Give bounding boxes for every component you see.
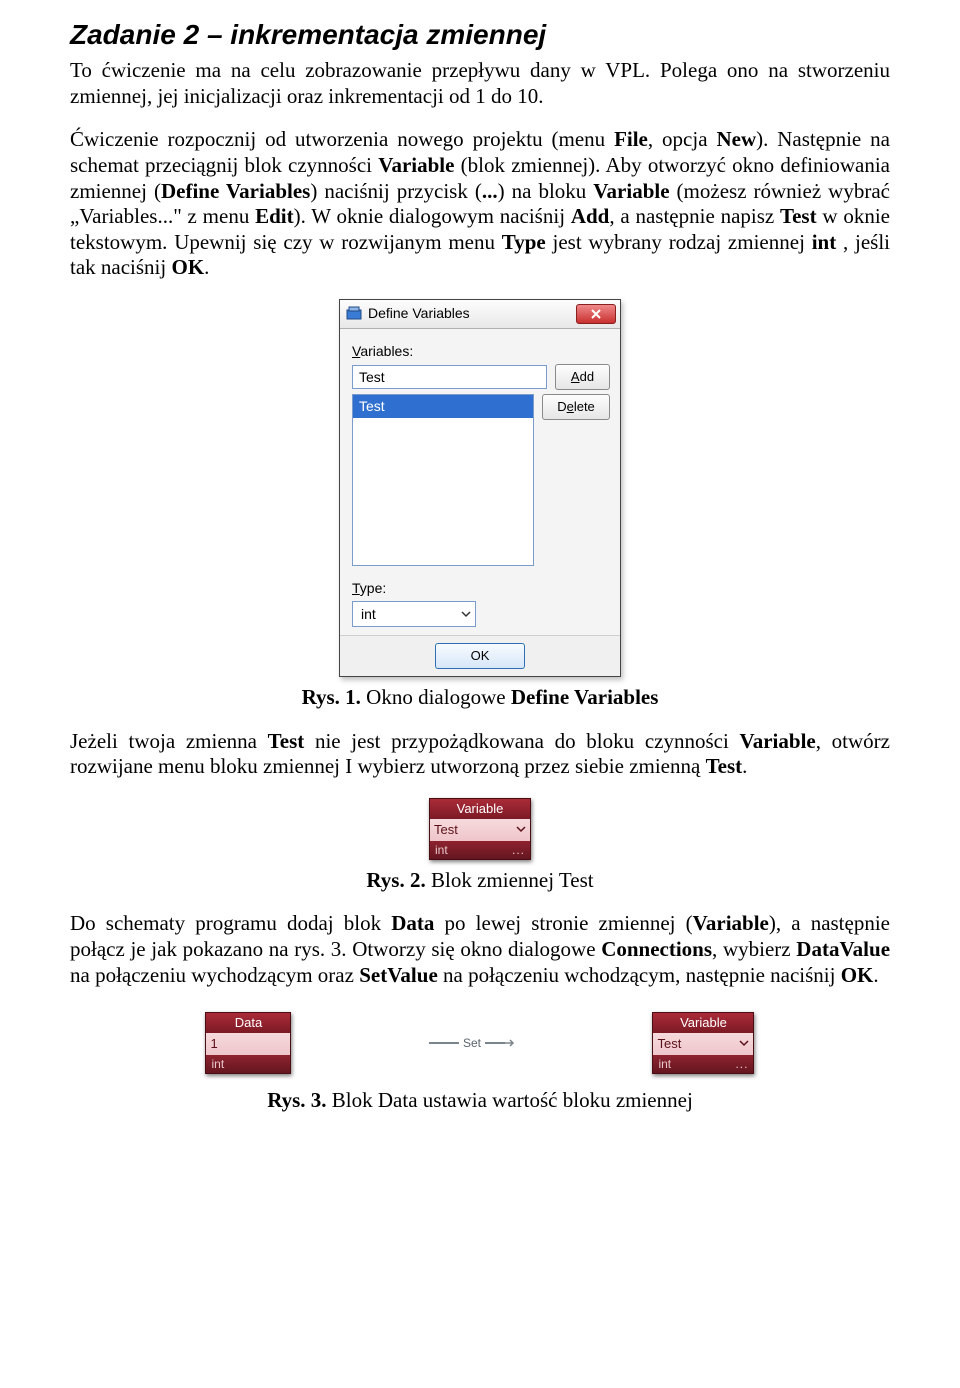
app-icon	[346, 306, 362, 322]
add-button[interactable]: Add	[555, 364, 610, 390]
text: na połączeniu wchodzącym, następnie naci…	[438, 963, 841, 987]
chevron-down-icon	[739, 1036, 749, 1052]
ok-button[interactable]: OK	[435, 643, 525, 669]
caption-text: Okno dialogowe	[361, 685, 511, 709]
data-block[interactable]: Data 1 int	[205, 1012, 291, 1074]
block-value: Test	[434, 822, 458, 838]
variable-block[interactable]: Variable Test int ...	[429, 798, 531, 860]
type-value: int	[361, 606, 376, 623]
block-value: Test	[657, 1036, 681, 1052]
figure-1-caption: Rys. 1. Okno dialogowe Define Variables	[70, 685, 890, 711]
text: na połączeniu wychodzącym oraz	[70, 963, 359, 987]
figure-2-caption: Rys. 2. Blok zmiennej Test	[70, 868, 890, 894]
block-type: int	[211, 1057, 224, 1072]
list-item[interactable]: Test	[353, 395, 533, 418]
bold: New	[716, 127, 756, 151]
block-value-select[interactable]: Test	[430, 819, 530, 841]
steps-paragraph: Ćwiczenie rozpocznij od utworzenia noweg…	[70, 127, 890, 281]
text: , wybierz	[712, 937, 796, 961]
type-label: Type:	[352, 580, 610, 597]
bold: Type	[502, 230, 546, 254]
bold: int	[812, 230, 837, 254]
bold: DataValue	[796, 937, 890, 961]
dialog-titlebar[interactable]: Define Variables	[340, 300, 620, 329]
block-title: Variable	[653, 1013, 753, 1033]
bold: OK	[841, 963, 874, 987]
block-type: int	[658, 1057, 671, 1072]
bold: Variable	[378, 153, 454, 177]
caption-text: Blok zmiennej Test	[426, 868, 594, 892]
variable-name-input[interactable]	[352, 365, 547, 389]
text: jest wybrany rodzaj zmiennej	[546, 230, 812, 254]
arrow-right-icon	[505, 1038, 515, 1048]
dialog-title: Define Variables	[368, 305, 576, 322]
text: nie jest przypożądkowana do bloku czynno…	[304, 729, 739, 753]
assign-paragraph: Jeżeli twoja zmienna Test nie jest przyp…	[70, 729, 890, 780]
block-title: Variable	[430, 799, 530, 819]
type-select[interactable]: int	[352, 601, 476, 627]
variable-block[interactable]: Variable Test int ...	[652, 1012, 754, 1074]
block-footer[interactable]: int	[206, 1055, 290, 1073]
variables-list[interactable]: Test	[352, 394, 534, 566]
figure-3-caption: Rys. 3. Blok Data ustawia wartość bloku …	[70, 1088, 890, 1114]
caption-bold: Define Variables	[511, 685, 659, 709]
text: Jeżeli twoja zmienna	[70, 729, 268, 753]
block-footer[interactable]: int ...	[430, 841, 530, 859]
text: ). W oknie dialogowym naciśnij	[294, 204, 571, 228]
block-value-row[interactable]: 1	[206, 1033, 290, 1055]
bold: OK	[171, 255, 204, 279]
block-value: 1	[210, 1036, 217, 1052]
bold: Data	[391, 911, 434, 935]
text: .	[742, 754, 747, 778]
bold: Test	[706, 754, 743, 778]
block-title: Data	[206, 1013, 290, 1033]
task-title: Zadanie 2 – inkrementacja zmiennej	[70, 18, 890, 52]
intro-paragraph: To ćwiczenie ma na celu zobrazowanie prz…	[70, 58, 890, 109]
chevron-down-icon	[461, 606, 471, 623]
bold: Connections	[601, 937, 712, 961]
data-to-variable-flow: Data 1 int Set Variable Test int ...	[70, 1006, 890, 1080]
close-button[interactable]	[576, 304, 616, 324]
wire-icon	[429, 1042, 459, 1044]
ellipsis-icon[interactable]: ...	[512, 843, 525, 858]
bold: Test	[268, 729, 305, 753]
bold: Define Variables	[161, 179, 310, 203]
connection-label: Set	[459, 1036, 485, 1051]
bold: SetValue	[359, 963, 438, 987]
text: , a następnie napisz	[609, 204, 780, 228]
caption-prefix: Rys. 2.	[366, 868, 425, 892]
bold: Add	[571, 204, 610, 228]
caption-prefix: Rys. 3.	[267, 1088, 326, 1112]
caption-prefix: Rys. 1.	[302, 685, 361, 709]
bold: Variable	[740, 729, 816, 753]
define-variables-dialog: Define Variables VVariables:ariables: Ad…	[339, 299, 621, 677]
chevron-down-icon	[516, 822, 526, 838]
delete-button[interactable]: Delete	[542, 394, 610, 420]
wire-icon	[485, 1042, 505, 1044]
text: po lewej stronie zmiennej (	[434, 911, 692, 935]
ellipsis-icon[interactable]: ...	[735, 1057, 748, 1072]
caption-text: Blok Data ustawia wartość bloku zmiennej	[327, 1088, 693, 1112]
block-footer[interactable]: int ...	[653, 1055, 753, 1073]
bold: Variable	[693, 911, 769, 935]
connect-paragraph: Do schematy programu dodaj blok Data po …	[70, 911, 890, 988]
close-icon	[591, 309, 601, 319]
text: ) na bloku	[498, 179, 594, 203]
bold: Edit	[255, 204, 294, 228]
bold: Variable	[593, 179, 669, 203]
connection-link[interactable]: Set	[427, 1036, 517, 1051]
text: ) naciśnij przycisk (	[310, 179, 482, 203]
bold: File	[614, 127, 648, 151]
text: Ćwiczenie rozpocznij od utworzenia noweg…	[70, 127, 614, 151]
text: .	[204, 255, 209, 279]
text: Do schematy programu dodaj blok	[70, 911, 391, 935]
text: , opcja	[648, 127, 717, 151]
text: .	[873, 963, 878, 987]
bold: Test	[780, 204, 817, 228]
bold: ...	[482, 179, 498, 203]
block-value-select[interactable]: Test	[653, 1033, 753, 1055]
block-type: int	[435, 843, 448, 858]
variables-label: VVariables:ariables:	[352, 343, 610, 360]
